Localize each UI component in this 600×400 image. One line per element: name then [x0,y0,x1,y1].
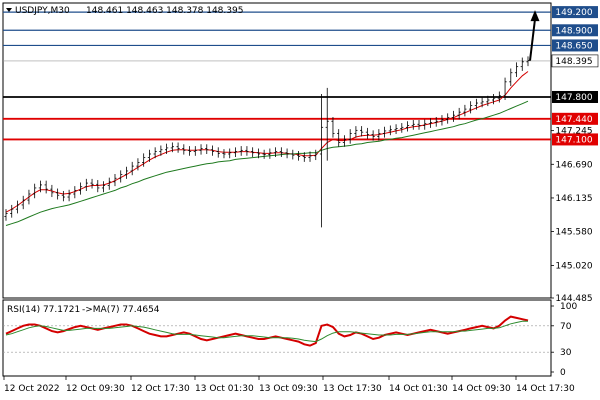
time-axis: 12 Oct 2022 12 Oct 09:30 12 Oct 17:30 13 Oc… [3,376,575,394]
price-tag-label: 147.100 [555,135,592,145]
price-tick-label: 146.135 [555,194,592,204]
price-tick-label: 146.690 [555,160,592,170]
time-tick-label: 14 Oct 09:30 [452,384,511,394]
time-tick-label: 12 Oct 17:30 [131,384,190,394]
price-tag-label: 148.650 [555,41,592,51]
time-tick-label: 12 Oct 09:30 [66,384,125,394]
chart-svg: 149.200 148.900 148.650 148.395 147.800 147.4… [2,2,599,394]
time-tick-label: 13 Oct 17:30 [323,384,382,394]
price-tick-label: 145.020 [555,262,592,272]
time-tick-label: 14 Oct 17:30 [516,384,575,394]
symbol-label: USDJPY,M30 [15,6,70,16]
current-price-label: 148.395 [555,57,592,67]
time-tick-label: 14 Oct 01:30 [389,384,448,394]
time-tick-label: 12 Oct 2022 [4,384,60,394]
main-panel-frame [2,2,552,299]
rsi-axis: 100 70 30 0 [551,302,577,378]
price-tag-label: 147.440 [555,115,592,125]
rsi-tick-label: 30 [560,348,572,358]
price-tag-label: 147.800 [555,93,592,103]
rsi-ma-label: ->MA(7) 77.4654 [82,305,160,315]
ohlc-label: 148.461 148.463 148.378 148.395 [86,6,243,16]
rsi-tick-label: 0 [560,368,566,378]
price-axis: 149.200 148.900 148.650 148.395 147.800 147.4… [551,6,599,304]
rsi-tick-label: 70 [560,322,572,332]
price-tag-label: 149.200 [555,8,592,18]
price-tick-label: 145.580 [555,228,592,238]
rsi-tick-label: 100 [560,302,577,312]
price-tag-label: 148.900 [555,26,592,36]
time-tick-label: 13 Oct 09:30 [259,384,318,394]
chart-window: 149.200 148.900 148.650 148.395 147.800 147.4… [0,0,600,400]
time-tick-label: 13 Oct 01:30 [195,384,254,394]
rsi-label: RSI(14) 77.1721 [7,305,80,315]
